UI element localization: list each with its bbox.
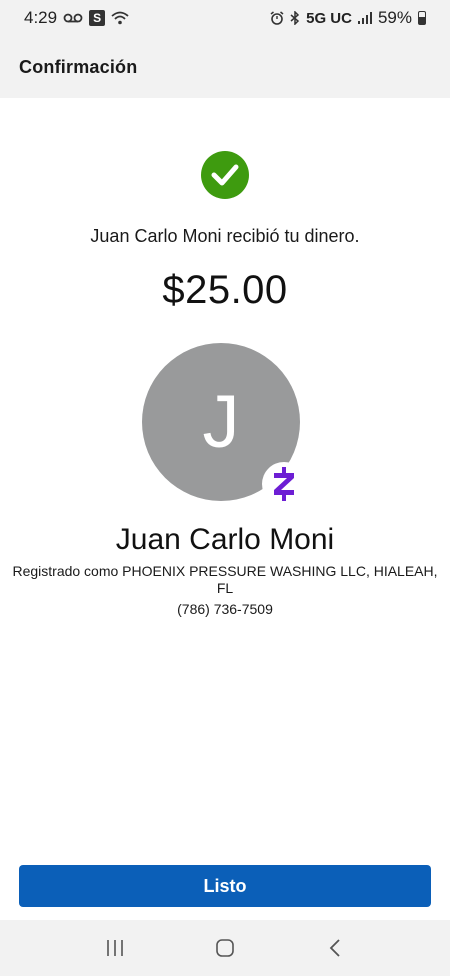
recipient-phone: (786) 736-7509 [177, 601, 273, 617]
avatar-initial: J [202, 379, 240, 463]
success-check-icon [201, 151, 249, 199]
back-button[interactable] [305, 928, 365, 968]
battery-icon [418, 11, 426, 25]
bluetooth-icon [290, 11, 300, 25]
home-button[interactable] [195, 928, 255, 968]
status-bar: 4:29 S 5G UC 59% [0, 0, 450, 36]
home-icon [216, 939, 234, 957]
recent-apps-icon [107, 940, 123, 956]
page-title: Confirmación [19, 56, 138, 77]
app-header: Confirmación [0, 36, 450, 98]
signal-icon [357, 12, 372, 24]
status-time: 4:29 [24, 8, 58, 27]
back-icon [329, 939, 340, 957]
alarm-icon [270, 11, 284, 25]
zelle-icon [262, 462, 306, 506]
registered-business: Registrado como PHOENIX PRESSURE WASHING… [12, 563, 438, 596]
battery-percent: 59% [377, 8, 412, 27]
wifi-icon [111, 11, 129, 25]
s-app-badge-icon: S [89, 10, 106, 26]
received-message: Juan Carlo Moni recibió tu dinero. [90, 226, 360, 246]
done-button[interactable]: Listo [19, 865, 431, 907]
network-type: 5G UC [306, 9, 352, 27]
amount: $25.00 [162, 268, 288, 312]
status-bar-right: 5G UC 59% [270, 8, 426, 28]
status-bar-left: 4:29 S [24, 8, 129, 28]
recipient-name: Juan Carlo Moni [115, 523, 335, 556]
voicemail-icon [63, 12, 83, 24]
system-nav-bar [0, 920, 450, 976]
recent-apps-button[interactable] [85, 928, 145, 968]
